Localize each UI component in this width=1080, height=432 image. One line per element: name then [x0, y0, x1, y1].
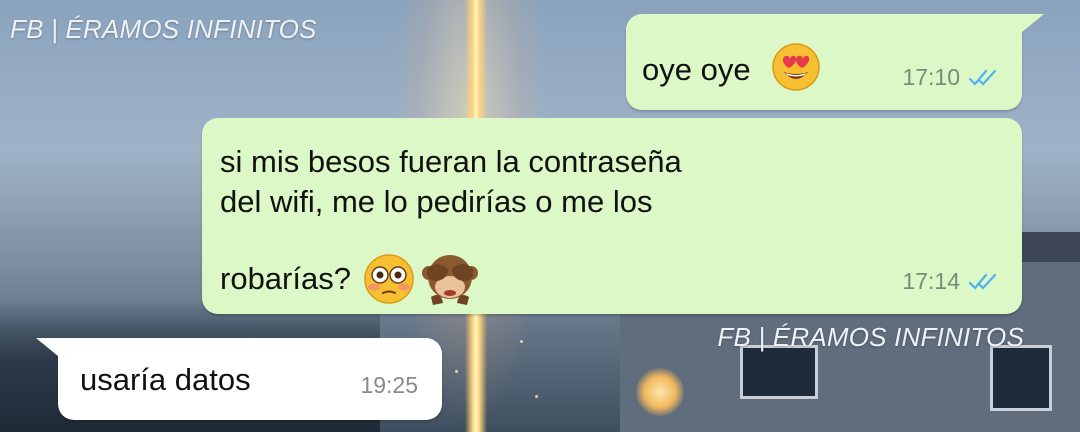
house-window	[990, 345, 1052, 411]
message-time: 19:25	[360, 372, 418, 398]
message-text: usaría datos	[80, 360, 251, 400]
message-time: 17:10	[902, 64, 960, 90]
house-window	[740, 345, 818, 399]
heart-eyes-emoji	[772, 43, 820, 91]
message-time: 17:14	[902, 268, 960, 294]
spark	[455, 370, 458, 373]
watermark-middle: FB | ÉRAMOS INFINITOS	[717, 322, 1024, 352]
message-meta: 19:25	[360, 372, 418, 399]
flushed-face-emoji	[364, 254, 414, 304]
bubble-tail	[1022, 14, 1044, 32]
message-bubble-outgoing[interactable]: si mis besos fueran la contraseña del wi…	[202, 118, 1022, 314]
message-line: del wifi, me lo pedirías o me los	[220, 184, 653, 219]
double-check-icon	[968, 69, 997, 86]
message-line: oye oye	[642, 52, 751, 87]
message-line: usaría datos	[80, 362, 251, 397]
message-line: si mis besos fueran la contraseña	[220, 144, 682, 179]
see-no-evil-monkey-emoji	[421, 255, 478, 305]
message-meta: 17:10	[902, 64, 1000, 91]
message-meta: 17:14	[902, 268, 1000, 295]
double-check-icon	[968, 273, 997, 290]
message-line-with-emoji: robarías?	[220, 252, 682, 306]
message-line: robarías?	[220, 261, 351, 296]
message-bubble-incoming[interactable]: usaría datos 19:25	[36, 338, 442, 420]
message-bubble-outgoing[interactable]: oye oye 17:10	[626, 14, 1044, 110]
message-text: oye oye	[642, 43, 821, 92]
spark	[535, 395, 538, 398]
watermark-top: FB | ÉRAMOS INFINITOS	[10, 14, 317, 44]
bubble-tail	[36, 338, 58, 356]
message-text: si mis besos fueran la contraseña del wi…	[220, 142, 682, 306]
porch-light	[636, 368, 684, 416]
spark	[520, 340, 523, 343]
